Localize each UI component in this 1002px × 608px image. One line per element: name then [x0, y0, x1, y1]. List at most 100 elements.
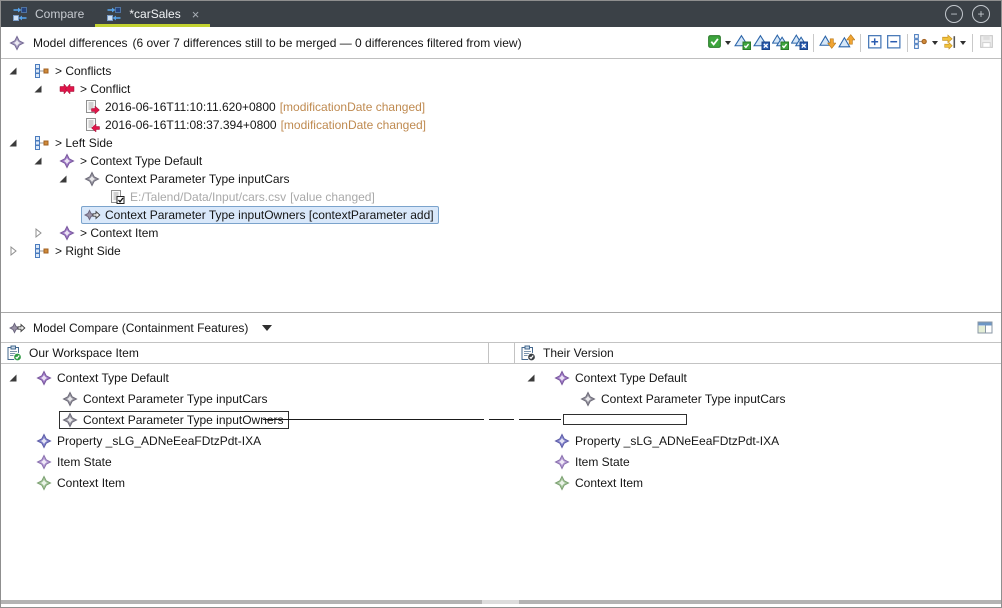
selected-tree-item[interactable]: Context Parameter Type inputOwners [cont… — [81, 206, 439, 224]
tree-row[interactable]: Context Parameter Type inputCars — [1, 170, 1001, 188]
accept-all-changes-button[interactable] — [771, 32, 790, 53]
next-difference-button[interactable] — [818, 32, 837, 53]
accept-change-button[interactable] — [733, 32, 752, 53]
tree-row[interactable]: Item State — [515, 451, 1001, 472]
tree-item[interactable]: > Conflicts — [31, 62, 116, 80]
diamond-green-icon — [554, 475, 571, 491]
expand-toggle-collapsed[interactable] — [30, 227, 56, 239]
dropdown-caret-icon[interactable] — [960, 41, 966, 48]
reject-change-button[interactable] — [752, 32, 771, 53]
chevron-down-icon[interactable] — [262, 325, 272, 336]
tree-row[interactable]: > Conflict — [1, 80, 1001, 98]
expand-toggle-expanded[interactable] — [30, 155, 56, 167]
center-gutter — [489, 343, 515, 363]
dropdown-caret-icon[interactable] — [725, 41, 731, 48]
tree-row[interactable]: Context Item — [1, 472, 489, 493]
tree-row[interactable]: E:/Talend/Data/Input/cars.csv[value chan… — [1, 188, 1001, 206]
collapse-all-button[interactable] — [884, 32, 903, 53]
tab-compare[interactable]: Compare — [1, 1, 95, 27]
group-differences-button[interactable] — [912, 32, 931, 53]
their-version-header: Their Version — [515, 343, 1001, 363]
insertion-placeholder-row[interactable] — [515, 409, 1001, 430]
tree-item[interactable]: Item State — [33, 453, 117, 471]
expand-toggle-collapsed[interactable] — [5, 245, 31, 257]
tree-item[interactable]: Context Item — [33, 474, 130, 492]
tree-row[interactable]: > Conflicts — [1, 62, 1001, 80]
our-workspace-item-icon — [6, 345, 23, 361]
model-differences-summary: (6 over 7 differences still to be merged… — [133, 36, 522, 50]
tree-item[interactable]: Context Parameter Type inputCars — [577, 390, 791, 408]
change-annotation: [modificationDate changed] — [280, 100, 425, 114]
matched-tree-item[interactable]: Context Parameter Type inputOwners — [59, 411, 289, 429]
tree-item[interactable]: Property _sLG_ADNeEeaFDtzPdt-IXA — [551, 432, 784, 450]
tree-row[interactable]: 2016-06-16T11:10:11.620+0800[modificatio… — [1, 98, 1001, 116]
tab-carsales[interactable]: *carSales × — [95, 1, 210, 27]
tree-item-label: > Left Side — [55, 136, 113, 150]
tree-item[interactable]: Context Type Default — [551, 369, 692, 387]
tree-item-label: Context Parameter Type inputOwners [cont… — [105, 208, 434, 222]
merged-filter-checkbox-button[interactable] — [705, 32, 724, 53]
tree-row[interactable]: > Right Side — [1, 242, 1001, 260]
tree-row[interactable]: Context Type Default — [515, 367, 1001, 388]
tree-item[interactable]: > Right Side — [31, 242, 126, 260]
expand-toggle-expanded[interactable] — [55, 173, 81, 185]
tree-item[interactable]: Context Item — [551, 474, 648, 492]
tree-item[interactable]: Property _sLG_ADNeEeaFDtzPdt-IXA — [33, 432, 266, 450]
tree-row[interactable]: Context Parameter Type inputCars — [1, 388, 489, 409]
tree-item-label: Context Item — [575, 476, 643, 490]
tree-item[interactable]: Context Parameter Type inputCars — [81, 170, 295, 188]
tree-row[interactable]: Property _sLG_ADNeEeaFDtzPdt-IXA — [1, 430, 489, 451]
tree-item[interactable]: > Conflict — [56, 80, 135, 98]
expand-toggle-expanded[interactable] — [5, 137, 31, 149]
expand-toggle-expanded[interactable] — [30, 83, 56, 95]
tree-row[interactable]: > Left Side — [1, 134, 1001, 152]
tree-row[interactable]: Context Item — [515, 472, 1001, 493]
expand-toggle-expanded[interactable] — [523, 372, 551, 384]
expand-all-button[interactable] — [865, 32, 884, 53]
tree-row[interactable]: Context Type Default — [1, 367, 489, 388]
tree-item[interactable]: Context Parameter Type inputCars — [59, 390, 273, 408]
tree-item[interactable]: 2016-06-16T11:08:37.394+0800[modificatio… — [81, 116, 431, 134]
tree-row[interactable]: > Context Item — [1, 224, 1001, 242]
compare-column-headers: Our Workspace Item Their Version — [1, 342, 1001, 364]
pane-layout-icon[interactable] — [976, 320, 994, 335]
tree-row[interactable]: > Context Type Default — [1, 152, 1001, 170]
tree-row[interactable]: Context Parameter Type inputCars — [515, 388, 1001, 409]
tree-row[interactable]: Item State — [1, 451, 489, 472]
toolbar-separator — [860, 34, 861, 52]
collapse-all-icon — [885, 33, 902, 53]
tree-row[interactable]: Context Parameter Type inputOwners [cont… — [1, 206, 1001, 224]
bottom-scrollbar-thumb[interactable] — [482, 600, 519, 604]
tree-item[interactable]: 2016-06-16T11:10:11.620+0800[modificatio… — [81, 98, 430, 116]
expand-toggle-expanded[interactable] — [5, 372, 33, 384]
tree-item[interactable]: Context Type Default — [33, 369, 174, 387]
tree-item[interactable]: Item State — [551, 453, 635, 471]
tree-item-label: > Conflict — [80, 82, 130, 96]
conflict-icon — [59, 81, 76, 97]
close-tab-icon[interactable]: × — [192, 8, 200, 21]
group-icon — [34, 135, 51, 151]
save-button[interactable] — [977, 32, 996, 53]
model-differences-icon — [9, 35, 26, 51]
reject-all-changes-button[interactable] — [790, 32, 809, 53]
tree-item-label: E:/Talend/Data/Input/cars.csv — [130, 190, 286, 204]
diamond-lilac-icon — [554, 454, 571, 470]
maximize-button[interactable]: + — [972, 5, 990, 23]
tree-item-label: Property _sLG_ADNeEeaFDtzPdt-IXA — [57, 434, 261, 448]
filter-differences-button[interactable] — [940, 32, 959, 53]
model-differences-header: Model differences (6 over 7 differences … — [1, 27, 1001, 59]
tree-row[interactable]: Property _sLG_ADNeEeaFDtzPdt-IXA — [515, 430, 1001, 451]
our-version-header: Our Workspace Item — [1, 343, 489, 363]
minimize-button[interactable]: − — [945, 5, 963, 23]
accept-change-icon — [734, 33, 751, 53]
previous-difference-button[interactable] — [837, 32, 856, 53]
tree-item[interactable]: > Context Type Default — [56, 152, 207, 170]
compare-editor-window: Compare *carSales × − + Model difference… — [0, 0, 1002, 608]
tree-item[interactable]: E:/Talend/Data/Input/cars.csv[value chan… — [106, 188, 380, 206]
tree-row[interactable]: 2016-06-16T11:08:37.394+0800[modificatio… — [1, 116, 1001, 134]
tree-item-label: > Right Side — [55, 244, 121, 258]
tree-item[interactable]: > Left Side — [31, 134, 118, 152]
tree-item[interactable]: > Context Item — [56, 224, 163, 242]
dropdown-caret-icon[interactable] — [932, 41, 938, 48]
expand-toggle-expanded[interactable] — [5, 65, 31, 77]
